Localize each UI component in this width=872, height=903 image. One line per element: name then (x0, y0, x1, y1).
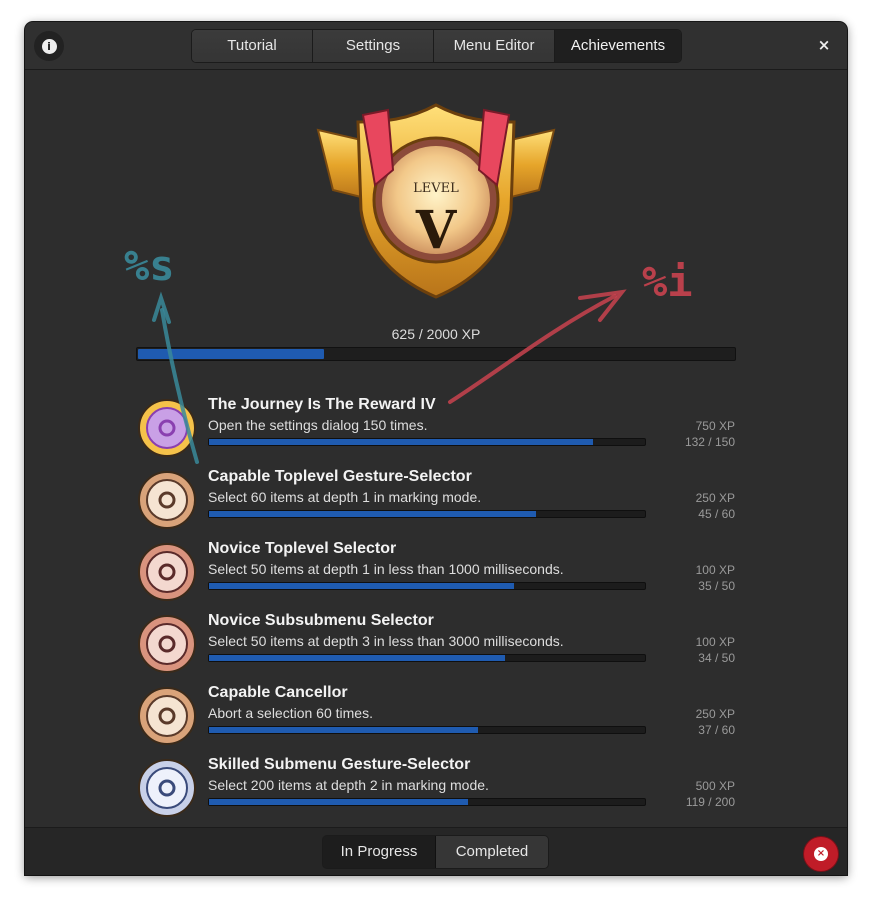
achievement-xp: 750 XP (695, 419, 735, 433)
gear-medal-gold-icon (138, 399, 196, 457)
achievement-progress-fill (209, 439, 593, 445)
tab-settings[interactable]: Settings (313, 30, 434, 62)
close-button[interactable]: × (815, 36, 833, 54)
achievement-row: Novice Subsubmenu Selector Select 50 ite… (135, 608, 735, 678)
filter-switch: In Progress Completed (322, 835, 549, 869)
tab-achievements[interactable]: Achievements (555, 30, 681, 62)
achievement-progress-bar (208, 438, 646, 446)
achievement-progress-fill (209, 799, 469, 805)
achievement-progress-fill (209, 583, 515, 589)
tab-menu-editor[interactable]: Menu Editor (434, 30, 555, 62)
headerbar: i Tutorial Settings Menu Editor Achievem… (25, 22, 847, 70)
gesture-medal-bronze-icon (138, 471, 196, 529)
level-progress-bar (136, 347, 736, 361)
achievement-title: Novice Toplevel Selector (208, 540, 397, 557)
achievement-progress-bar (208, 582, 646, 590)
achievement-xp: 100 XP (695, 635, 735, 649)
stopwatch-medal-copper-icon (138, 615, 196, 673)
tab-switcher: Tutorial Settings Menu Editor Achievemen… (191, 29, 682, 63)
achievement-progress-bar (208, 798, 646, 806)
achievement-xp: 500 XP (695, 779, 735, 793)
tab-tutorial[interactable]: Tutorial (192, 30, 313, 62)
achievement-title: The Journey Is The Reward IV (208, 396, 436, 413)
achievement-row: Capable Toplevel Gesture-Selector Select… (135, 464, 735, 534)
achievement-progress-count: 35 / 50 (698, 579, 735, 593)
achievement-progress-count: 45 / 60 (698, 507, 735, 521)
achievement-description: Open the settings dialog 150 times. (208, 417, 428, 433)
achievement-progress-bar (208, 654, 646, 662)
reset-button[interactable]: × (804, 837, 838, 871)
level-label: LEVEL (413, 181, 459, 196)
achievement-progress-bar (208, 510, 646, 518)
achievement-row: Skilled Submenu Gesture-Selector Select … (135, 752, 735, 822)
achievement-title: Skilled Submenu Gesture-Selector (208, 756, 471, 773)
achievements-window: i Tutorial Settings Menu Editor Achievem… (25, 22, 847, 875)
achievement-description: Select 50 items at depth 3 in less than … (208, 633, 564, 649)
achievement-row: The Journey Is The Reward IV Open the se… (135, 392, 735, 462)
xp-total-label: 625 / 2000 XP (391, 326, 481, 342)
level-progress-fill (138, 349, 325, 359)
delete-icon: × (814, 847, 828, 861)
achievement-xp: 250 XP (695, 491, 735, 505)
level-numeral: V (415, 200, 458, 261)
achievement-row: Novice Toplevel Selector Select 50 items… (135, 536, 735, 606)
info-button[interactable]: i (34, 31, 64, 61)
achievement-title: Capable Cancellor (208, 684, 348, 701)
achievement-progress-fill (209, 655, 506, 661)
achievement-xp: 250 XP (695, 707, 735, 721)
achievement-progress-count: 132 / 150 (684, 435, 735, 449)
achievement-progress-count: 119 / 200 (685, 795, 735, 809)
cancel-medal-bronze-icon (138, 687, 196, 745)
achievement-xp: 100 XP (695, 563, 735, 577)
in-progress-button[interactable]: In Progress (323, 836, 436, 868)
achievement-row: Capable Cancellor Abort a selection 60 t… (135, 680, 735, 750)
level-badge: LEVEL V (316, 103, 556, 299)
achievement-progress-count: 37 / 60 (698, 723, 735, 737)
achievement-progress-bar (208, 726, 646, 734)
achievement-description: Select 50 items at depth 1 in less than … (208, 561, 564, 577)
achievement-title: Capable Toplevel Gesture-Selector (208, 468, 472, 485)
achievement-description: Select 60 items at depth 1 in marking mo… (208, 489, 482, 505)
achievement-title: Novice Subsubmenu Selector (208, 612, 434, 629)
footer-bar: In Progress Completed × (25, 827, 847, 875)
achievement-description: Select 200 items at depth 2 in marking m… (208, 777, 489, 793)
achievement-progress-count: 34 / 50 (698, 651, 735, 665)
completed-button[interactable]: Completed (436, 836, 548, 868)
gesture-medal-silver-icon (138, 759, 196, 817)
achievement-progress-fill (209, 511, 536, 517)
info-icon: i (41, 38, 57, 54)
stopwatch-medal-copper-icon (138, 543, 196, 601)
achievement-progress-fill (209, 727, 478, 733)
achievement-description: Abort a selection 60 times. (208, 705, 373, 721)
